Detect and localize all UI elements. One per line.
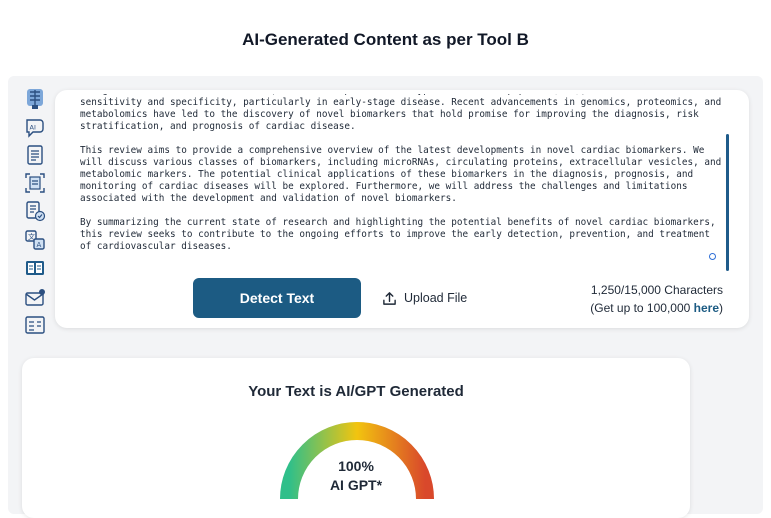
editor-paragraph: This review aims to provide a comprehens… xyxy=(80,145,722,204)
text-input-area[interactable]: management. Traditional biomarkers, such… xyxy=(80,94,725,272)
result-card: Your Text is AI/GPT Generated 100% AI GP… xyxy=(22,358,690,518)
settings-list-icon[interactable] xyxy=(24,314,46,336)
character-counter: 1,250/15,000 Characters (Get up to 100,0… xyxy=(590,281,723,317)
compare-icon[interactable] xyxy=(24,257,46,279)
character-count: 1,250/15,000 Characters xyxy=(590,283,723,297)
upgrade-link[interactable]: here xyxy=(694,301,719,315)
page-title: AI-Generated Content as per Tool B xyxy=(242,30,529,49)
text-editor-card: management. Traditional biomarkers, such… xyxy=(55,90,749,328)
tool-sidebar: AI 文A xyxy=(22,86,50,336)
ai-gpt-label: AI GPT* xyxy=(329,477,383,493)
upgrade-prefix: (Get up to 100,000 xyxy=(590,301,694,315)
editor-paragraph: management. Traditional biomarkers, such… xyxy=(80,94,722,132)
document-icon[interactable] xyxy=(24,144,46,166)
result-title: Your Text is AI/GPT Generated xyxy=(248,383,464,400)
scan-document-icon[interactable] xyxy=(24,172,46,194)
upgrade-suffix: ) xyxy=(719,301,723,315)
upload-icon xyxy=(383,291,396,305)
svg-text:A: A xyxy=(37,241,42,249)
ai-percentage: 100% xyxy=(338,458,374,474)
detect-text-button[interactable]: Detect Text xyxy=(193,278,361,318)
svg-text:AI: AI xyxy=(30,124,36,132)
brain-icon[interactable] xyxy=(24,88,46,110)
svg-text:文: 文 xyxy=(28,232,35,241)
upload-file-label: Upload File xyxy=(404,291,468,305)
mail-icon[interactable] xyxy=(24,287,46,309)
translate-icon[interactable]: 文A xyxy=(24,229,46,251)
editor-scrollbar[interactable] xyxy=(726,134,729,271)
ai-chat-icon[interactable]: AI xyxy=(24,116,46,138)
upload-file-button[interactable]: Upload File xyxy=(382,287,467,309)
grammar-indicator-icon[interactable] xyxy=(709,253,716,260)
edit-document-icon[interactable] xyxy=(24,200,46,222)
editor-paragraph: By summarizing the current state of rese… xyxy=(80,217,716,252)
upgrade-note: (Get up to 100,000 here) xyxy=(590,299,723,317)
